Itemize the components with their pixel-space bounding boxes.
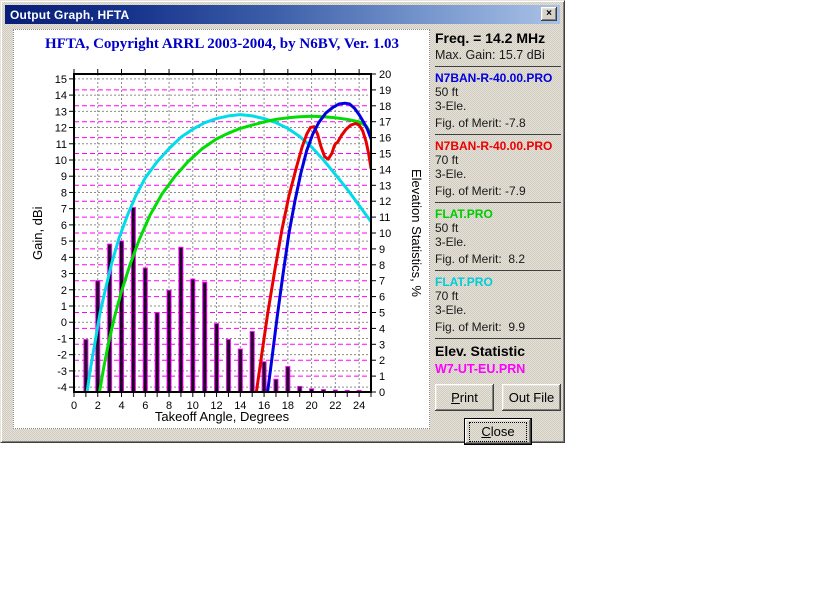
svg-text:12: 12 xyxy=(379,196,391,208)
svg-text:-3: -3 xyxy=(57,366,67,378)
svg-text:9: 9 xyxy=(379,244,385,256)
window-title: Output Graph, HFTA xyxy=(10,7,130,22)
figure-of-merit: Fig. of Merit: -7.8 xyxy=(435,116,526,130)
svg-text:11: 11 xyxy=(56,139,67,151)
svg-text:15: 15 xyxy=(55,74,67,86)
svg-text:-2: -2 xyxy=(57,350,67,362)
svg-text:8: 8 xyxy=(166,400,172,412)
svg-text:20: 20 xyxy=(379,69,391,81)
svg-text:8: 8 xyxy=(379,260,385,272)
separator xyxy=(435,202,561,203)
profile-file-name: N7BAN-R-40.00.PRO xyxy=(435,71,553,85)
close-button-row: Close xyxy=(435,418,561,445)
profile-file-name: FLAT.PRO xyxy=(435,275,493,289)
svg-text:19: 19 xyxy=(379,85,391,97)
svg-text:3: 3 xyxy=(61,269,67,281)
svg-text:-1: -1 xyxy=(57,333,67,345)
svg-text:0: 0 xyxy=(71,400,77,412)
svg-text:18: 18 xyxy=(282,400,294,412)
antenna-height: 70 ft xyxy=(435,153,459,167)
svg-text:10: 10 xyxy=(187,400,199,412)
close-button[interactable]: Close xyxy=(464,418,532,445)
legend-entry: FLAT.PRO 70 ft 3-Ele. Fig. of Merit: 9.9 xyxy=(435,275,561,334)
svg-text:10: 10 xyxy=(55,155,67,167)
close-icon[interactable]: × xyxy=(541,7,557,21)
svg-text:5: 5 xyxy=(379,308,385,320)
legend-entry: FLAT.PRO 50 ft 3-Ele. Fig. of Merit: 8.2 xyxy=(435,207,561,266)
info-panel: Freq. = 14.2 MHz Max. Gain: 15.7 dBi N7B… xyxy=(435,27,561,445)
svg-text:4: 4 xyxy=(118,400,124,412)
antenna-height: 50 ft xyxy=(435,85,459,99)
svg-text:0: 0 xyxy=(379,387,385,399)
svg-text:1: 1 xyxy=(61,301,67,313)
svg-text:4: 4 xyxy=(61,252,67,264)
svg-text:3: 3 xyxy=(379,339,385,351)
svg-text:10: 10 xyxy=(379,228,391,240)
svg-text:13: 13 xyxy=(379,180,391,192)
svg-text:20: 20 xyxy=(305,400,317,412)
svg-text:13: 13 xyxy=(55,106,67,118)
svg-text:12: 12 xyxy=(55,123,67,135)
svg-text:-4: -4 xyxy=(57,382,67,394)
output-graph-window: Output Graph, HFTA × HFTA, Copyright ARR… xyxy=(0,0,565,445)
svg-text:6: 6 xyxy=(142,400,148,412)
svg-text:6: 6 xyxy=(61,220,67,232)
profile-file-name: N7BAN-R-40.00.PRO xyxy=(435,139,553,153)
separator xyxy=(435,66,561,67)
svg-text:18: 18 xyxy=(379,101,391,113)
svg-text:15: 15 xyxy=(379,149,391,161)
antenna-elements: 3-Ele. xyxy=(435,99,467,113)
svg-text:14: 14 xyxy=(234,400,246,412)
svg-text:24: 24 xyxy=(353,400,365,412)
profile-file-name: FLAT.PRO xyxy=(435,207,493,221)
antenna-elements: 3-Ele. xyxy=(435,303,467,317)
titlebar[interactable]: Output Graph, HFTA × xyxy=(5,5,560,24)
svg-text:9: 9 xyxy=(61,171,67,183)
figure-of-merit: Fig. of Merit: 8.2 xyxy=(435,252,526,266)
svg-text:2: 2 xyxy=(61,285,67,297)
svg-text:8: 8 xyxy=(61,187,67,199)
legend-entry: N7BAN-R-40.00.PRO 50 ft 3-Ele. Fig. of M… xyxy=(435,71,561,130)
svg-text:16: 16 xyxy=(258,400,270,412)
antenna-height: 50 ft xyxy=(435,221,459,235)
separator xyxy=(435,338,561,339)
svg-text:2: 2 xyxy=(379,355,385,367)
gain-elevation-chart: 0 2 4 6 8 10 12 14 16 18 20 22 24-4-3-2-101234567891… xyxy=(55,69,391,412)
chart-panel: HFTA, Copyright ARRL 2003-2004, by N6BV,… xyxy=(13,29,430,429)
svg-text:14: 14 xyxy=(379,164,391,176)
svg-text:7: 7 xyxy=(61,204,67,216)
antenna-height: 70 ft xyxy=(435,289,459,303)
svg-text:4: 4 xyxy=(379,323,385,335)
max-gain-readout: Max. Gain: 15.7 dBi xyxy=(435,48,545,62)
svg-text:6: 6 xyxy=(379,292,385,304)
svg-text:16: 16 xyxy=(379,133,391,145)
svg-text:2: 2 xyxy=(95,400,101,412)
elev-statistic-file: W7-UT-EU.PRN xyxy=(435,362,526,376)
legend-entry: N7BAN-R-40.00.PRO 70 ft 3-Ele. Fig. of M… xyxy=(435,139,561,198)
button-row: Print Out File xyxy=(435,384,561,411)
svg-text:12: 12 xyxy=(210,400,222,412)
out-file-button[interactable]: Out File xyxy=(502,384,561,411)
print-button[interactable]: Print xyxy=(435,384,494,411)
separator xyxy=(435,134,561,135)
antenna-elements: 3-Ele. xyxy=(435,167,467,181)
svg-text:17: 17 xyxy=(379,117,391,129)
svg-text:22: 22 xyxy=(329,400,341,412)
frequency-readout: Freq. = 14.2 MHz xyxy=(435,30,546,46)
antenna-elements: 3-Ele. xyxy=(435,235,467,249)
svg-text:5: 5 xyxy=(61,236,67,248)
svg-text:14: 14 xyxy=(55,90,67,102)
svg-text:7: 7 xyxy=(379,276,385,288)
figure-of-merit: Fig. of Merit: -7.9 xyxy=(435,184,526,198)
svg-text:11: 11 xyxy=(379,212,390,224)
svg-text:1: 1 xyxy=(379,371,385,383)
separator xyxy=(435,270,561,271)
elev-statistic-heading: Elev. Statistic xyxy=(435,343,526,359)
svg-text:0: 0 xyxy=(61,317,67,329)
figure-of-merit: Fig. of Merit: 9.9 xyxy=(435,320,526,334)
